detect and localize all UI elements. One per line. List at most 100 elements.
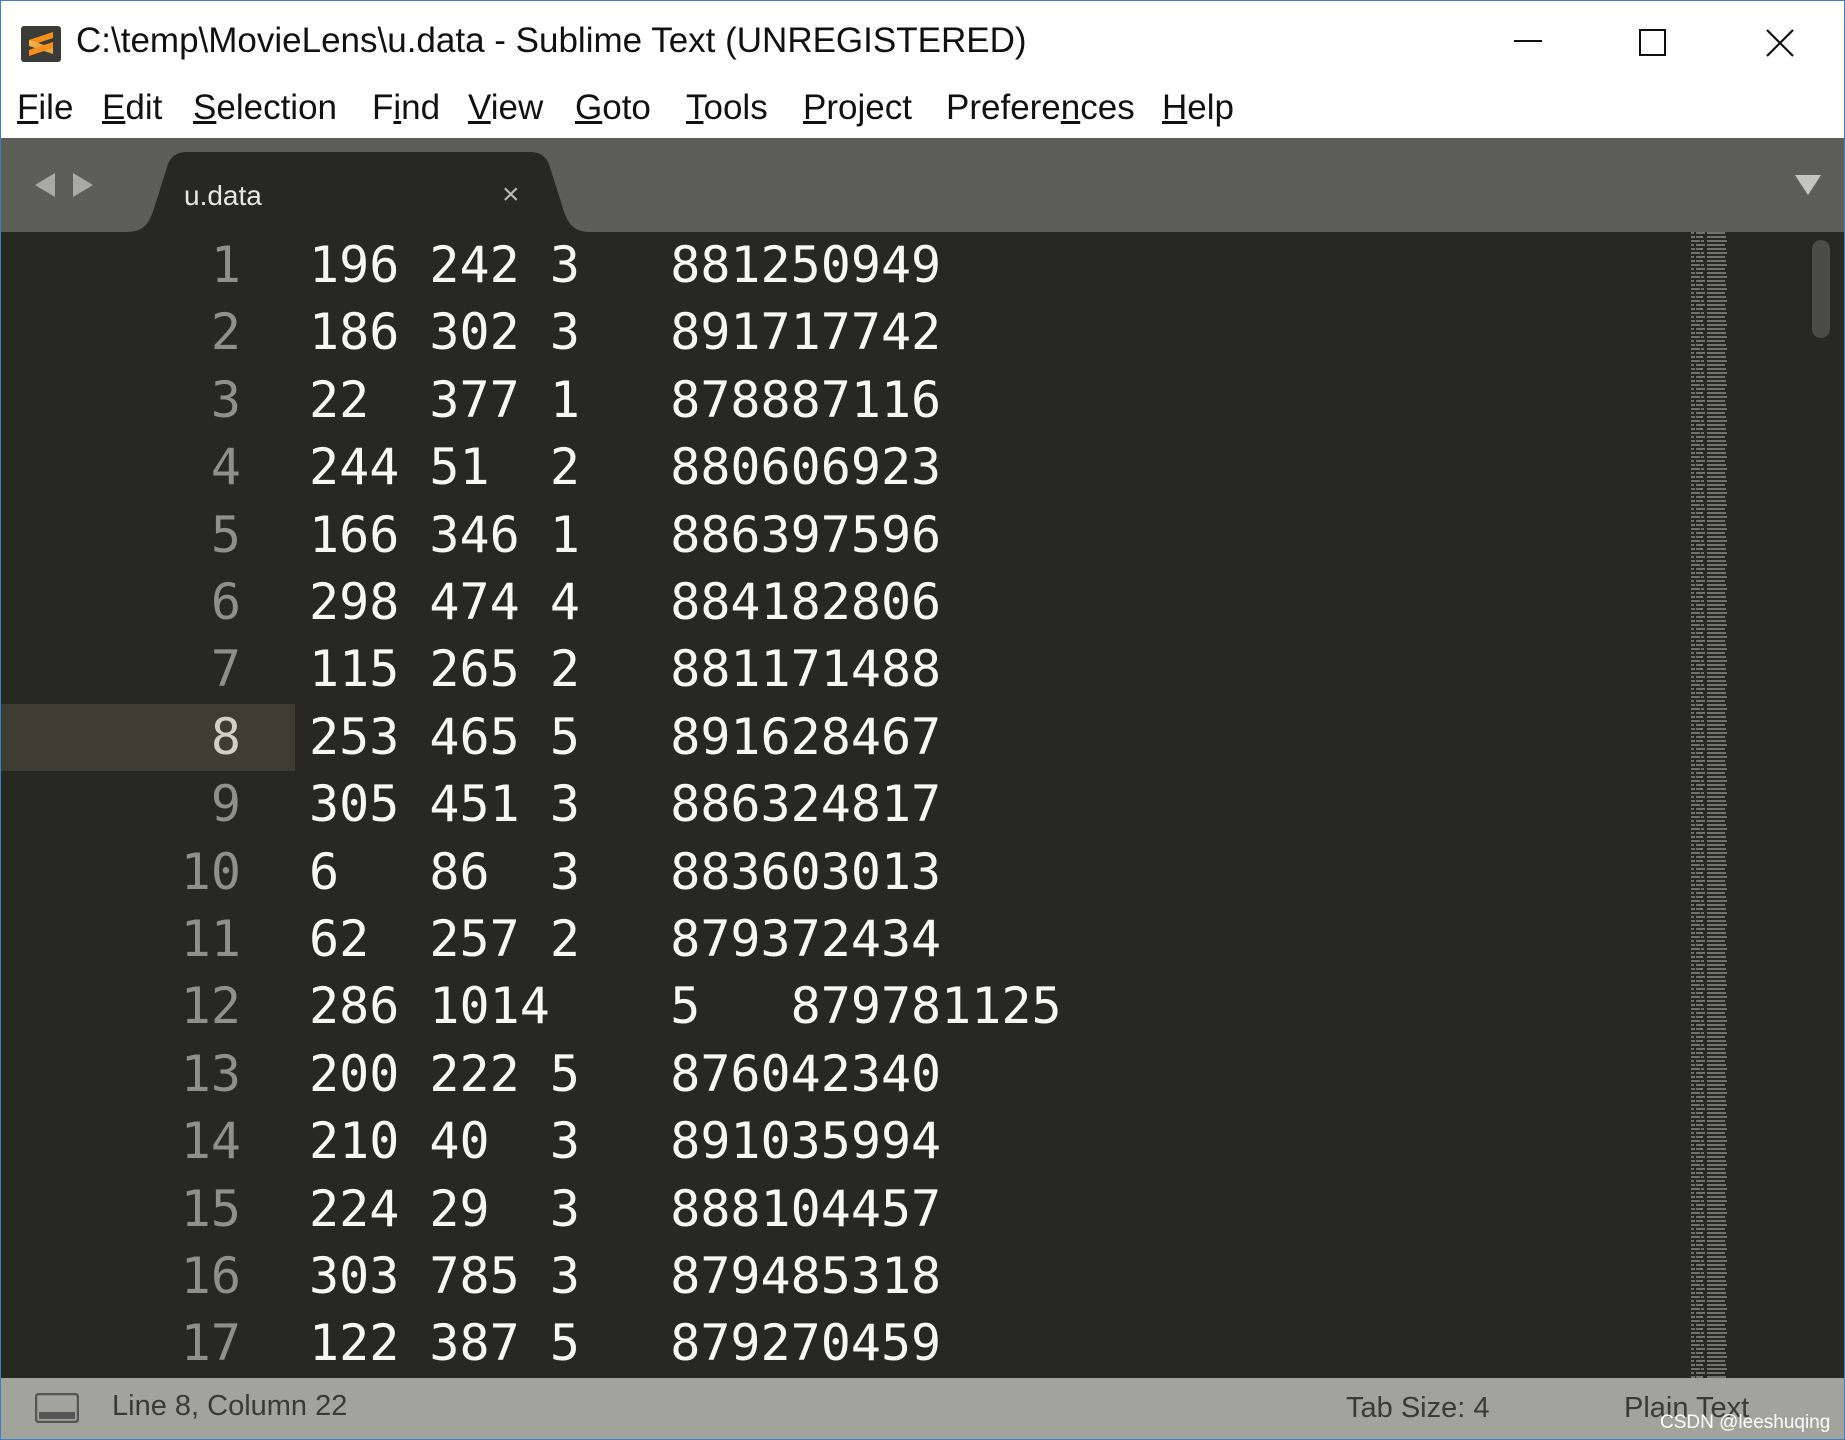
menu-item[interactable]: Project	[803, 88, 912, 128]
menu-item[interactable]: Find	[372, 88, 440, 128]
code-line[interactable]: 224 29 3 888104457	[309, 1176, 941, 1243]
code-line[interactable]: 166 346 1 886397596	[309, 502, 941, 569]
minimap-line	[1707, 580, 1725, 582]
code-line[interactable]: 62 257 2 879372434	[309, 906, 941, 973]
minimap-line	[1696, 1296, 1700, 1298]
code-line[interactable]: 305 451 3 886324817	[309, 771, 941, 838]
panel-toggle-icon[interactable]	[35, 1393, 79, 1423]
minimap-line	[1707, 1020, 1727, 1022]
scrollbar-thumb[interactable]	[1812, 240, 1830, 338]
tab-u-data[interactable]: u.data ×	[126, 152, 591, 232]
minimap-line	[1691, 624, 1696, 626]
minimap-line	[1701, 308, 1703, 310]
menu-item[interactable]: Edit	[102, 88, 162, 128]
menu-item[interactable]: Preferences	[946, 88, 1135, 128]
tab-dropdown-icon[interactable]	[1794, 174, 1822, 196]
minimap-line	[1701, 652, 1705, 654]
minimap-line	[1691, 1128, 1696, 1130]
line-number: 8	[210, 707, 241, 766]
minimap-line	[1701, 512, 1703, 514]
minimap-line	[1701, 944, 1703, 946]
menu-item[interactable]: Help	[1162, 88, 1234, 128]
code-line[interactable]: 253 465 5 891628467	[309, 704, 941, 771]
minimap-line	[1701, 812, 1703, 814]
minimap-line	[1696, 652, 1701, 654]
vertical-scrollbar[interactable]	[1809, 232, 1844, 1378]
minimap-line	[1707, 1032, 1727, 1034]
minimap-line	[1707, 652, 1725, 654]
minimap-line	[1696, 708, 1700, 710]
minimap-line	[1701, 904, 1705, 906]
minimap-line	[1691, 796, 1694, 798]
code-line[interactable]: 298 474 4 884182806	[309, 569, 941, 636]
minimap-line	[1707, 292, 1725, 294]
code-line[interactable]: 210 40 3 891035994	[309, 1108, 941, 1175]
minimap-line	[1691, 992, 1695, 994]
minimap-line	[1701, 588, 1704, 590]
minimap-line	[1701, 336, 1704, 338]
minimap-line	[1707, 952, 1725, 954]
minimap-line	[1707, 884, 1726, 886]
minimap-line	[1696, 436, 1701, 438]
minimap-line	[1701, 452, 1703, 454]
menu-item[interactable]: Goto	[575, 88, 651, 128]
minimap-line	[1696, 568, 1701, 570]
minimap-line	[1696, 700, 1701, 702]
minimap-line	[1707, 540, 1727, 542]
minimap-line	[1691, 684, 1696, 686]
maximize-button[interactable]	[1589, 1, 1714, 83]
minimap-line	[1696, 364, 1701, 366]
code-line[interactable]: 244 51 2 880606923	[309, 434, 941, 501]
code-line[interactable]: 286 1014 5 879781125	[309, 973, 1062, 1040]
tab-nav-left-icon[interactable]	[33, 172, 57, 198]
close-button[interactable]	[1716, 1, 1841, 83]
minimap-line	[1691, 548, 1695, 550]
code-line[interactable]: 186 302 3 891717742	[309, 299, 941, 366]
code-line[interactable]: 22 377 1 878887116	[309, 367, 941, 434]
minimize-button[interactable]	[1464, 1, 1589, 83]
editor-area[interactable]: 1 2 3 4 5 6 7 8 9 10 11 12 13 14 15 16 17 196 242 3 8812…	[1, 232, 1844, 1378]
minimap-line	[1691, 1292, 1695, 1294]
minimap-line	[1691, 1064, 1695, 1066]
minimap-line	[1696, 520, 1701, 522]
code-line[interactable]: 115 265 2 881171488	[309, 636, 941, 703]
minimap-line	[1701, 596, 1703, 598]
minimap-line	[1701, 912, 1704, 914]
minimap[interactable]	[1689, 232, 1749, 1378]
minimap-line	[1701, 516, 1704, 518]
minimap-line	[1707, 840, 1727, 842]
minimap-line	[1696, 612, 1700, 614]
minimap-line	[1691, 1252, 1694, 1254]
minimap-line	[1707, 1272, 1727, 1274]
code-line[interactable]: 6 86 3 883603013	[309, 839, 941, 906]
code-line[interactable]: 303 785 3 879485318	[309, 1243, 941, 1310]
menu-item[interactable]: Selection	[193, 88, 337, 128]
minimap-line	[1707, 536, 1726, 538]
minimap-line	[1691, 544, 1694, 546]
minimap-line	[1691, 908, 1695, 910]
tab-size-indicator[interactable]: Tab Size: 4	[1346, 1392, 1489, 1425]
minimap-line	[1696, 1224, 1700, 1226]
minimap-line	[1691, 696, 1696, 698]
minimap-line	[1707, 1060, 1725, 1062]
minimap-line	[1701, 836, 1703, 838]
code-line[interactable]: 200 222 5 876042340	[309, 1041, 941, 1108]
minimap-line	[1696, 888, 1700, 890]
minimap-line	[1696, 592, 1701, 594]
tab-nav-right-icon[interactable]	[71, 172, 95, 198]
minimap-line	[1707, 296, 1726, 298]
menu-item[interactable]: Tools	[686, 88, 768, 128]
menu-item[interactable]: File	[17, 88, 73, 128]
minimap-line	[1707, 956, 1726, 958]
minimap-line	[1696, 264, 1700, 266]
minimap-line	[1707, 712, 1725, 714]
minimap-line	[1691, 332, 1695, 334]
minimap-line	[1691, 424, 1694, 426]
minimap-line	[1691, 568, 1694, 570]
code-line[interactable]: 122 387 5 879270459	[309, 1310, 941, 1377]
minimap-line	[1701, 444, 1704, 446]
code-line[interactable]: 196 242 3 881250949	[309, 232, 941, 299]
menu-item[interactable]: View	[468, 88, 543, 128]
minimap-line	[1696, 748, 1701, 750]
tab-close-icon[interactable]: ×	[502, 178, 520, 212]
